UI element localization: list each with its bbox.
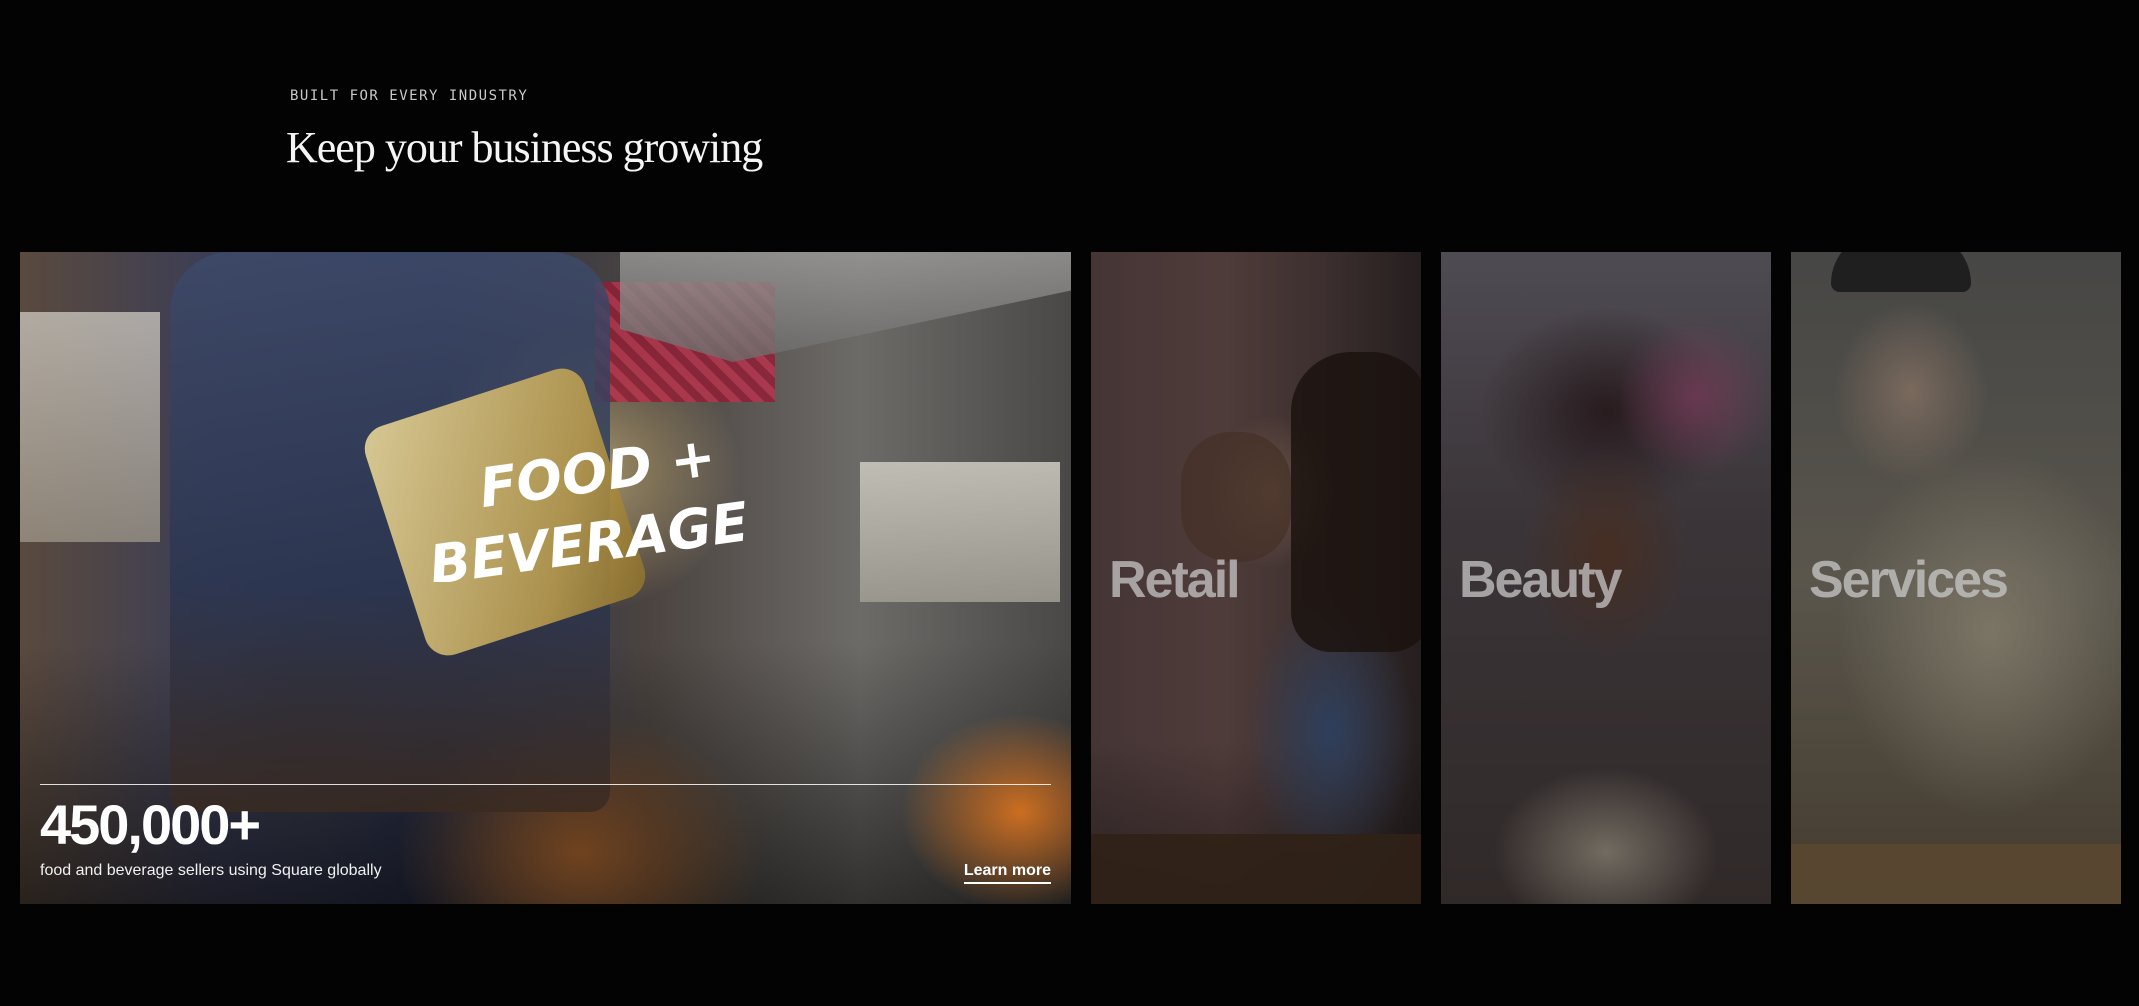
- industry-card-services[interactable]: Services: [1791, 252, 2121, 904]
- fryer-steel: [860, 462, 1060, 602]
- section-title: Keep your business growing: [286, 123, 763, 172]
- industry-label-retail: Retail: [1109, 551, 1241, 609]
- industry-card-food-beverage[interactable]: FOOD + BEVERAGE 450,000+ food and bevera…: [20, 252, 1071, 904]
- stat-caption: food and beverage sellers using Square g…: [40, 862, 382, 879]
- learn-more-link[interactable]: Learn more: [963, 862, 1051, 884]
- stat-value: 450,000+: [40, 793, 261, 856]
- kitchen-window: [20, 312, 160, 542]
- food-beverage-script-logo: FOOD + BEVERAGE: [425, 425, 752, 582]
- industry-card-beauty[interactable]: Beauty: [1441, 252, 1771, 904]
- section-eyebrow: BUILT FOR EVERY INDUSTRY: [290, 88, 529, 104]
- kitchen-hood: [620, 252, 1071, 362]
- industry-label-beauty: Beauty: [1459, 551, 1622, 609]
- industry-label-services: Services: [1809, 551, 2009, 609]
- industry-section: BUILT FOR EVERY INDUSTRY Keep your busin…: [0, 0, 2139, 1006]
- industry-cards: FOOD + BEVERAGE 450,000+ food and bevera…: [20, 252, 2121, 904]
- card-divider: [40, 784, 1051, 785]
- industry-card-retail[interactable]: Retail: [1091, 252, 1421, 904]
